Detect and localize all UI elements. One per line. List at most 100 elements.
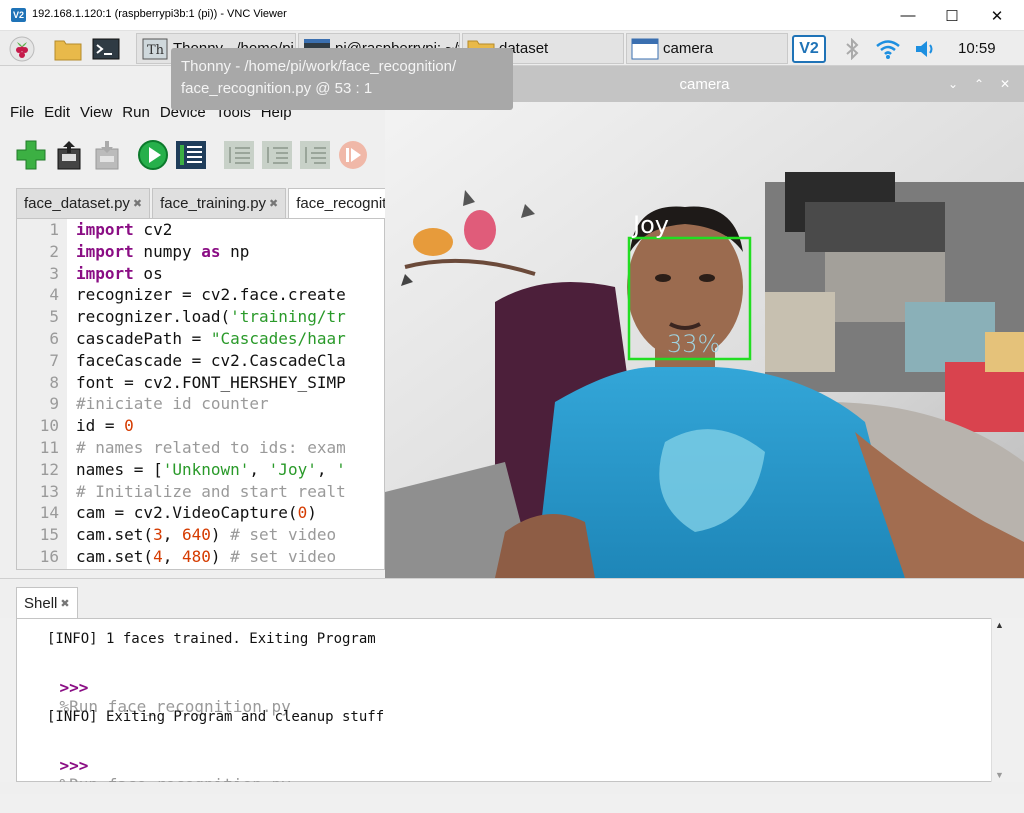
bluetooth-icon: [846, 38, 859, 60]
close-tab-icon[interactable]: ✖: [269, 197, 278, 210]
shell-output-line: [INFO] 1 faces trained. Exiting Program: [47, 631, 376, 647]
camera-feed: Joy 33%: [385, 102, 1024, 578]
minimize-button[interactable]: ⌄: [945, 76, 961, 92]
code-editor[interactable]: 1 2 3 4 5 6 7 8 9 10 11 12 13 14 15 16 i…: [16, 218, 385, 570]
wifi-icon: [876, 40, 900, 59]
line-number-gutter: 1 2 3 4 5 6 7 8 9 10 11 12 13 14 15 16: [17, 219, 67, 569]
line-number: 7: [49, 350, 59, 370]
code-line: recognizer.load('training/tr: [76, 307, 346, 327]
window-title: 192.168.1.120:1 (raspberrypi3b:1 (pi)) -…: [32, 8, 287, 20]
terminal-launcher-button[interactable]: [92, 35, 120, 63]
editor-tabs: face_dataset.py ✖ face_training.py ✖ fac…: [16, 188, 385, 218]
step-over-icon: [224, 141, 254, 169]
camera-title: camera: [679, 75, 730, 93]
bluetooth-button[interactable]: [838, 35, 866, 63]
wifi-button[interactable]: [874, 35, 902, 63]
code-line: import cv2: [76, 220, 173, 239]
tooltip: Thonny - /home/pi/work/face_recognition/…: [171, 48, 513, 110]
code-line: recognizer = cv2.face.create: [76, 285, 346, 305]
code-line: faceCascade = cv2.CascadeCla: [76, 350, 346, 370]
step-out-icon: [300, 141, 330, 169]
maximize-button[interactable]: ⌃: [971, 76, 987, 92]
step-over-button[interactable]: [222, 138, 256, 172]
code-lines: import cv2 import numpy as np import os rec…: [76, 219, 346, 568]
thonny-window: File Edit View Run Device Tools Help fac…: [0, 66, 385, 578]
line-number: 13: [39, 481, 59, 501]
folder-icon: [54, 40, 82, 61]
menu-view[interactable]: View: [80, 104, 112, 128]
debug-icon: [176, 141, 206, 169]
svg-text:Th: Th: [147, 43, 165, 58]
menu-file[interactable]: File: [10, 104, 34, 128]
tab-label: face_training.py: [160, 195, 267, 212]
shell-output-line: [INFO] Exiting Program and cleanup stuff: [47, 709, 385, 725]
close-icon: ✕: [990, 7, 1004, 25]
open-file-button[interactable]: [52, 138, 86, 172]
raspberry-menu-button[interactable]: [8, 35, 36, 63]
task-camera[interactable]: camera: [626, 33, 788, 64]
close-button[interactable]: ✕: [997, 76, 1013, 92]
maximize-button[interactable]: ☐: [929, 0, 975, 31]
line-number: 3: [49, 263, 59, 283]
debug-button[interactable]: [174, 138, 208, 172]
terminal-icon: [92, 38, 120, 60]
close-button[interactable]: ✕: [974, 0, 1020, 31]
close-tab-icon[interactable]: ✖: [60, 597, 69, 610]
save-icon: [95, 141, 119, 170]
file-manager-button[interactable]: [54, 35, 82, 63]
shell-tab-bar: Shell ✖: [0, 578, 1024, 619]
status-strip: [0, 782, 1024, 794]
save-button[interactable]: [90, 138, 124, 172]
close-tab-icon[interactable]: ✖: [133, 197, 142, 210]
chevron-up-icon: ⌃: [973, 77, 985, 91]
confidence-label: 33%: [667, 330, 720, 358]
scroll-down-icon[interactable]: ▼: [995, 770, 1004, 780]
tab-face-training[interactable]: face_training.py ✖: [152, 188, 287, 218]
tab-shell[interactable]: Shell ✖: [16, 587, 78, 619]
code-line: names = ['Unknown', 'Joy', ': [76, 459, 346, 479]
code-line: cam.set(3, 640) # set video: [76, 525, 337, 545]
step-out-button[interactable]: [298, 138, 332, 172]
tab-face-recognition[interactable]: face_recognition.py: [288, 188, 385, 218]
scroll-up-icon[interactable]: ▲: [995, 620, 1004, 630]
face-name-label: Joy: [631, 211, 669, 239]
vnc-tray-icon[interactable]: V2: [792, 35, 826, 63]
code-line: import os: [76, 263, 163, 283]
line-number: 14: [39, 503, 59, 523]
resume-icon: [339, 141, 367, 169]
menu-run[interactable]: Run: [122, 104, 150, 128]
menu-edit[interactable]: Edit: [44, 104, 70, 128]
resume-button[interactable]: [336, 138, 370, 172]
minimize-icon: —: [900, 7, 916, 24]
code-line: cam.set(4, 480) # set video: [76, 546, 337, 566]
minimize-button[interactable]: —: [885, 0, 931, 31]
tab-label: face_dataset.py: [24, 195, 130, 212]
code-line: #iniciate id counter: [76, 394, 269, 414]
vnc-title-bar: V2 192.168.1.120:1 (raspberrypi3b:1 (pi)…: [0, 0, 1024, 31]
shell-prompt: >>>: [59, 756, 89, 775]
code-line: cam = cv2.VideoCapture(0): [76, 503, 317, 523]
volume-button[interactable]: [912, 35, 940, 63]
plus-icon: [16, 140, 46, 170]
clock[interactable]: 10:59: [958, 40, 996, 57]
line-number: 11: [39, 437, 59, 457]
new-file-button[interactable]: [14, 138, 48, 172]
tab-label: Shell: [24, 595, 58, 612]
raspberry-icon: [9, 36, 35, 62]
line-number: 2: [49, 241, 59, 261]
shell-scrollbar[interactable]: ▲ ▼: [991, 618, 1008, 782]
tab-face-dataset[interactable]: face_dataset.py ✖: [16, 188, 151, 218]
run-button[interactable]: [136, 138, 170, 172]
thonny-icon: Th: [142, 38, 168, 59]
task-label: camera: [663, 40, 714, 57]
run-icon: [138, 140, 168, 170]
shell-prompt: >>>: [59, 678, 89, 697]
window-icon: [631, 38, 659, 59]
shell-console[interactable]: [INFO] 1 faces trained. Exiting Program …: [16, 618, 1008, 794]
shell-command-line: >>> %Run face_recognition.py: [21, 737, 291, 813]
line-number: 16: [39, 546, 59, 566]
code-line: # Initialize and start realt: [76, 481, 346, 501]
line-number: 9: [49, 394, 59, 414]
step-into-button[interactable]: [260, 138, 294, 172]
vnc-logo-icon: V2: [11, 8, 26, 22]
